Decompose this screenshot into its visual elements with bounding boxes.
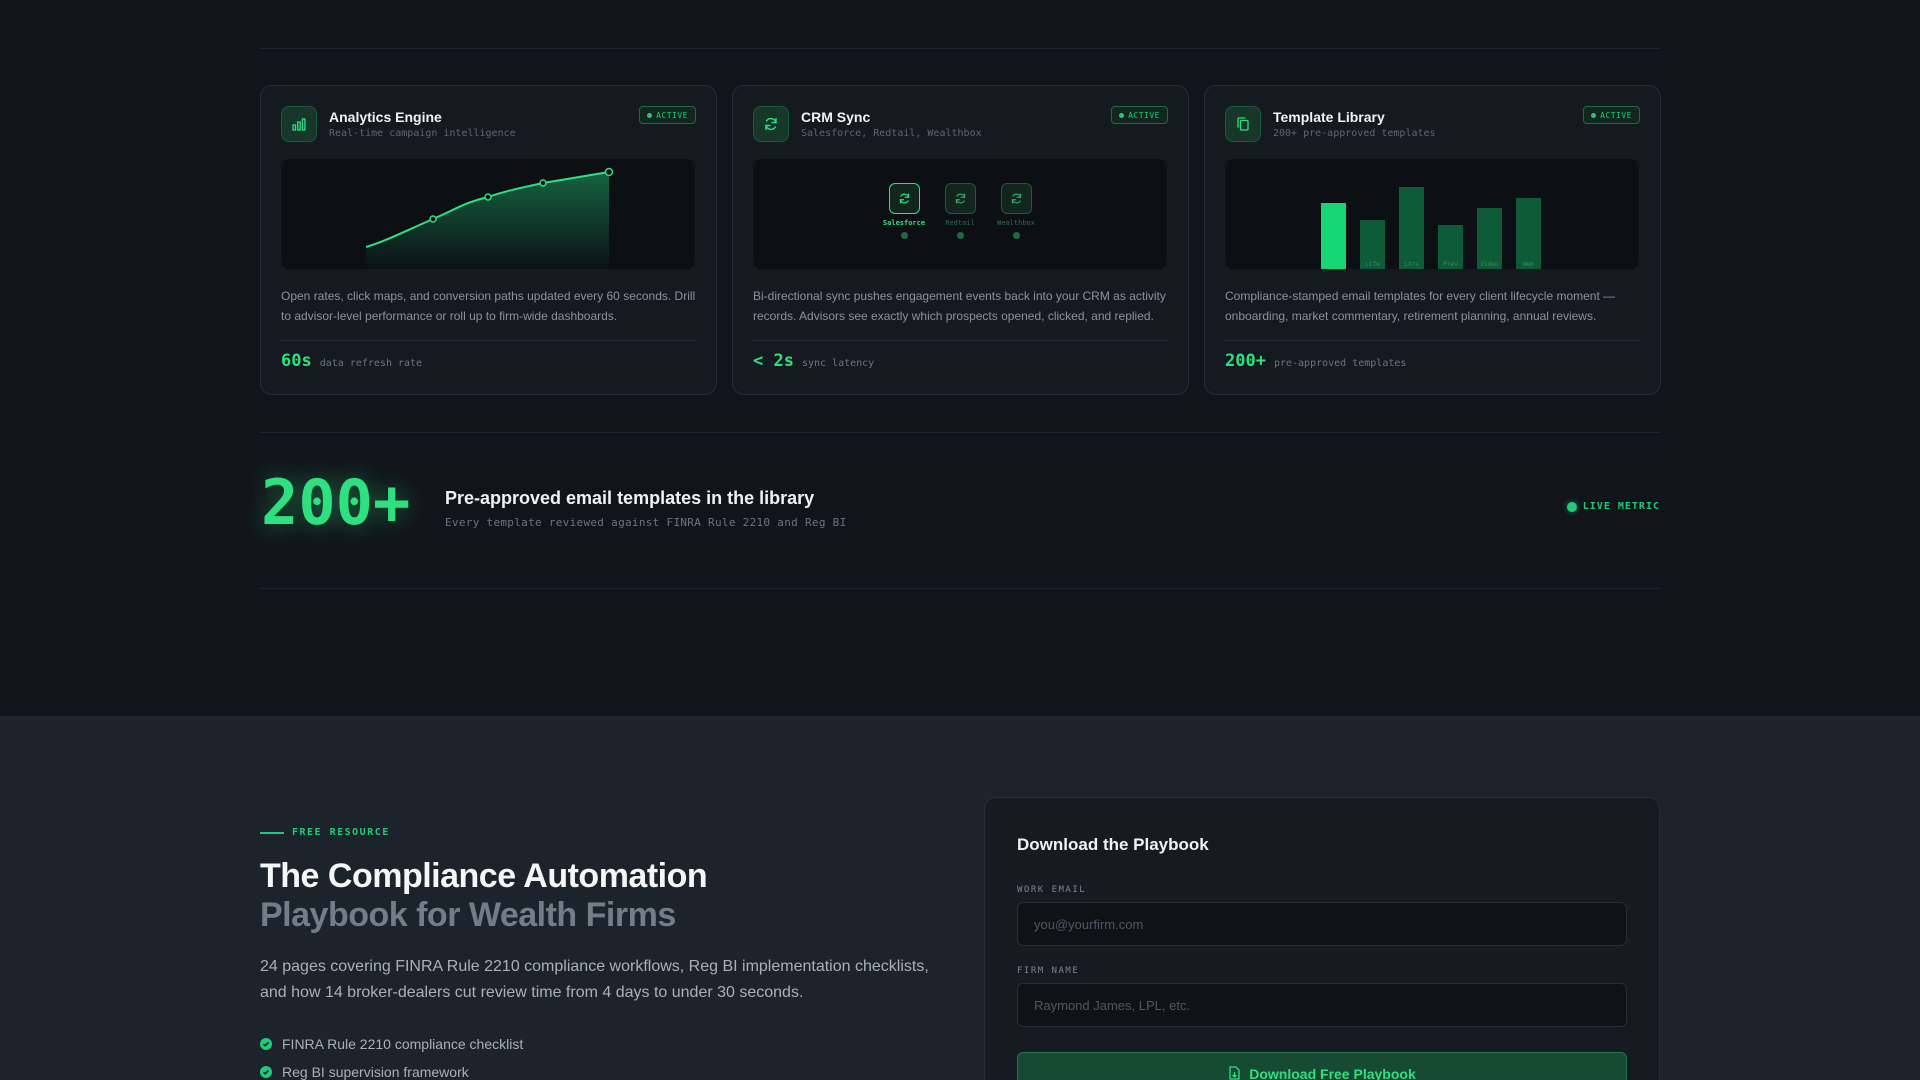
- template-bar: Prev: [1438, 225, 1463, 269]
- integration-name: Redtail: [945, 219, 975, 227]
- badge-label: ACTIVE: [1600, 110, 1632, 120]
- integration-salesforce: Salesforce: [883, 183, 925, 239]
- integration-name: Wealthbox: [997, 219, 1035, 227]
- metric-title: Pre-approved email templates in the libr…: [445, 488, 815, 508]
- stat-label: data refresh rate: [319, 358, 423, 369]
- download-form: Download the Playbook WORK EMAIL FIRM NA…: [984, 797, 1660, 1080]
- eyebrow: FREE RESOURCE: [260, 827, 390, 838]
- status-dot: [956, 232, 964, 239]
- card-title: CRM Sync: [801, 109, 871, 125]
- card-subtitle: Salesforce, Redtail, Wealthbox: [801, 128, 982, 139]
- status-badge: ACTIVE: [639, 106, 696, 124]
- check-icon: [260, 1038, 272, 1050]
- divider: [281, 340, 696, 341]
- status-dot: [900, 232, 908, 239]
- live-dot-icon: [1566, 501, 1577, 512]
- card-title: Template Library: [1273, 109, 1385, 125]
- stat-label: pre-approved templates: [1273, 358, 1407, 369]
- analytics-engine-card: Analytics Engine Real-time campaign inte…: [260, 85, 717, 395]
- status-dot: [647, 112, 653, 118]
- template-bar: Web: [1516, 198, 1541, 269]
- list-item: FINRA Rule 2210 compliance checklist: [260, 1030, 523, 1058]
- divider: [260, 48, 1660, 49]
- page-title: The Compliance Automation: [260, 857, 708, 895]
- integration-redtail: Redtail: [944, 183, 976, 239]
- firm-label: FIRM NAME: [1017, 966, 1080, 976]
- metric-value: 200+: [261, 466, 411, 539]
- integration-wealthbox: Wealthbox: [997, 183, 1035, 239]
- crm-sync-visual: Salesforce Redtail Wealthbox: [753, 159, 1167, 269]
- sync-icon: [944, 183, 976, 214]
- card-description: Bi-directional sync pushes engagement ev…: [753, 289, 1166, 323]
- checklist-label: FINRA Rule 2210 compliance checklist: [282, 1036, 524, 1052]
- page-title-secondary: Playbook for Wealth Firms: [260, 896, 676, 934]
- integration-name: Salesforce: [882, 219, 926, 227]
- live-label: LIVE METRIC: [1582, 501, 1660, 512]
- analytics-line-chart: [281, 159, 695, 269]
- card-subtitle: Real-time campaign intelligence: [329, 128, 516, 139]
- status-dot: [1012, 232, 1020, 239]
- divider: [260, 588, 1660, 589]
- divider: [1225, 340, 1640, 341]
- card-description: Open rates, click maps, and conversion p…: [281, 289, 696, 323]
- template-bar: Video: [1477, 208, 1502, 269]
- status-badge: ACTIVE: [1583, 106, 1640, 124]
- checklist-label: Reg BI supervision framework: [282, 1064, 469, 1080]
- divider: [753, 340, 1168, 341]
- template-bar: Ltrs: [1399, 187, 1424, 269]
- copy-icon: [1225, 106, 1261, 142]
- eyebrow-label: FREE RESOURCE: [292, 827, 390, 838]
- template-bar: [1321, 203, 1346, 269]
- status-dot: [1591, 112, 1597, 118]
- download-button[interactable]: Download Free Playbook: [1017, 1052, 1627, 1080]
- checklist: FINRA Rule 2210 compliance checklist Reg…: [260, 1030, 523, 1080]
- features-section: Analytics Engine Real-time campaign inte…: [0, 0, 1920, 716]
- card-title: Analytics Engine: [329, 109, 442, 125]
- metric-subtitle: Every template reviewed against FINRA Ru…: [445, 516, 847, 529]
- sync-icon: [1000, 183, 1032, 214]
- firm-name-field[interactable]: [1017, 983, 1627, 1027]
- card-description: Compliance-stamped email templates for e…: [1225, 289, 1616, 323]
- template-bar: Life: [1360, 220, 1385, 269]
- stat-value: 200+: [1225, 351, 1266, 371]
- check-icon: [260, 1066, 272, 1078]
- crm-sync-card: CRM Sync Salesforce, Redtail, Wealthbox …: [732, 85, 1189, 395]
- download-button-label: Download Free Playbook: [1249, 1066, 1416, 1080]
- status-dot: [1119, 112, 1125, 118]
- template-bar-visual: Life Ltrs Prev Video Web: [1225, 159, 1639, 269]
- bar-chart-icon: [281, 106, 317, 142]
- stat-value: 60s: [281, 351, 312, 371]
- template-library-card: Template Library 200+ pre-approved templ…: [1204, 85, 1661, 395]
- live-metric-indicator: LIVE METRIC: [1566, 501, 1660, 512]
- email-label: WORK EMAIL: [1017, 885, 1087, 895]
- bar-label: Prev: [1443, 261, 1458, 268]
- card-stat: 200+ pre-approved templates: [1225, 351, 1406, 371]
- file-download-icon: [1228, 1065, 1241, 1080]
- card-stat: < 2s sync latency: [753, 351, 874, 371]
- bar-label: Video: [1480, 261, 1499, 268]
- form-title: Download the Playbook: [1017, 835, 1209, 854]
- email-field[interactable]: [1017, 902, 1627, 946]
- status-badge: ACTIVE: [1111, 106, 1168, 124]
- stat-value: < 2s: [753, 351, 794, 371]
- badge-label: ACTIVE: [656, 110, 688, 120]
- bar-label: Life: [1365, 261, 1380, 268]
- sync-icon: [888, 183, 920, 214]
- stat-label: sync latency: [801, 358, 875, 369]
- eyebrow-line: [260, 831, 284, 834]
- refresh-icon: [753, 106, 789, 142]
- bar-label: Web: [1523, 261, 1534, 268]
- bar-label: Ltrs: [1404, 261, 1419, 268]
- list-item: Reg BI supervision framework: [260, 1058, 523, 1080]
- card-stat: 60s data refresh rate: [281, 351, 422, 371]
- badge-label: ACTIVE: [1128, 110, 1160, 120]
- card-subtitle: 200+ pre-approved templates: [1273, 128, 1436, 139]
- divider: [260, 432, 1660, 433]
- lead-paragraph: 24 pages covering FINRA Rule 2210 compli…: [260, 958, 929, 1001]
